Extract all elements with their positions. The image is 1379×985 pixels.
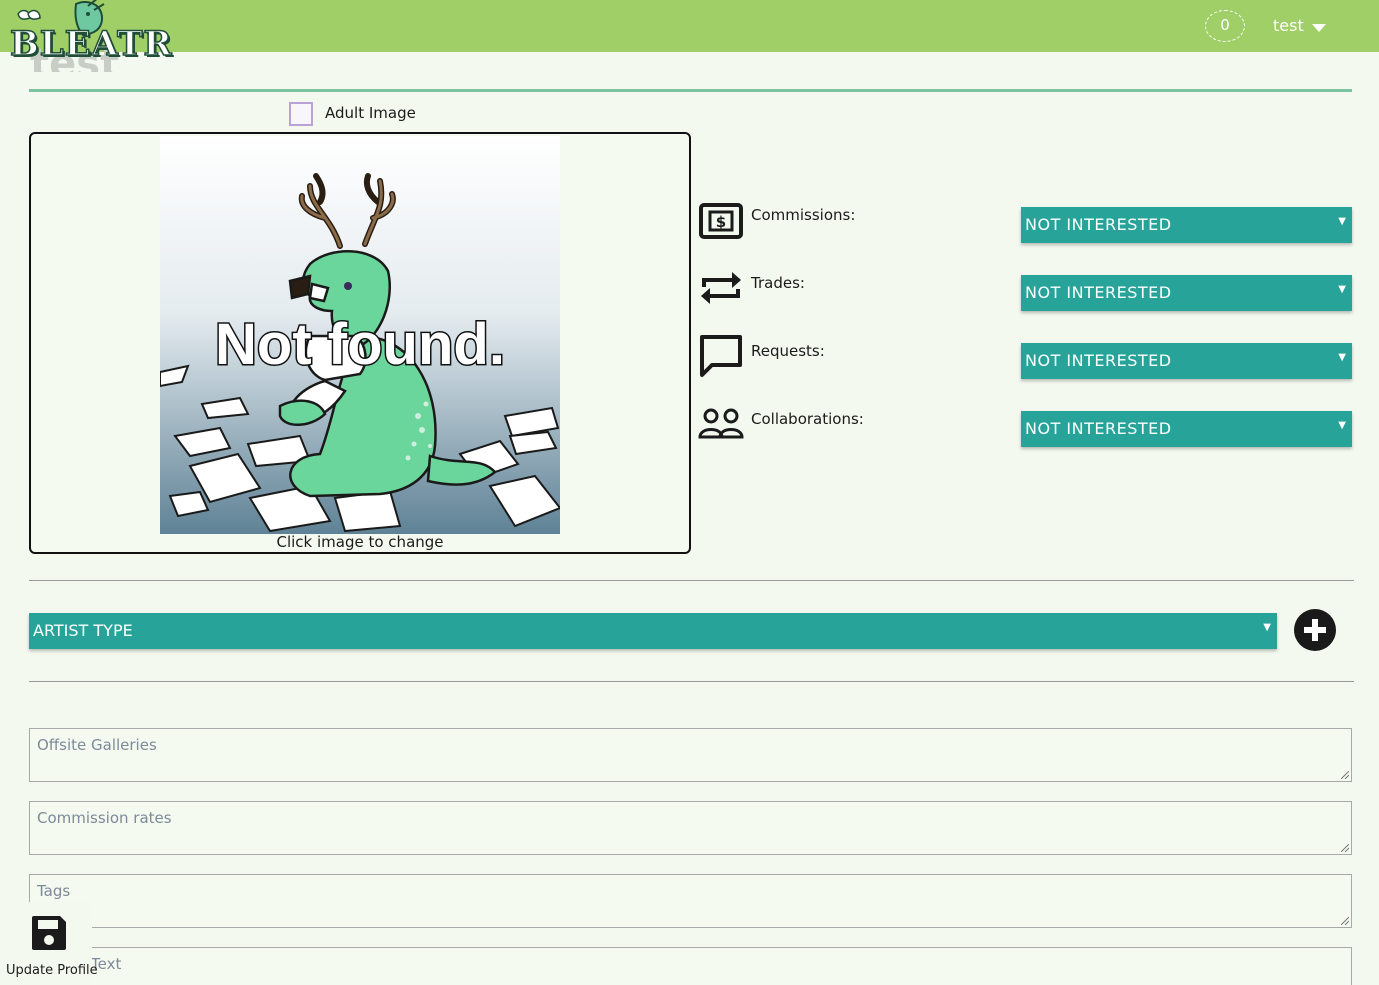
collaborations-value: NOT INTERESTED xyxy=(1025,419,1172,438)
commission-rates-field[interactable]: Commission rates xyxy=(29,801,1352,855)
artist-type-value: ARTIST TYPE xyxy=(33,621,133,640)
commissions-value: NOT INTERESTED xyxy=(1025,215,1172,234)
chevron-down-icon[interactable] xyxy=(1312,24,1326,32)
update-profile-label: Update Profile xyxy=(6,963,98,978)
add-artist-type-button[interactable] xyxy=(1294,609,1336,651)
tags-placeholder: Tags xyxy=(37,882,71,900)
logo-text: BLEATR xyxy=(9,23,173,65)
user-menu-name[interactable]: test xyxy=(1273,16,1304,35)
change-image-caption: Click image to change xyxy=(276,533,444,551)
title-divider xyxy=(29,89,1352,92)
trades-label: Trades: xyxy=(751,274,805,292)
offsite-galleries-placeholder: Offsite Galleries xyxy=(37,736,157,754)
resize-grip-icon[interactable] xyxy=(1341,917,1349,925)
svg-text:$: $ xyxy=(716,213,726,231)
not-found-text: Not found. xyxy=(215,312,505,377)
adult-image-label: Adult Image xyxy=(325,104,416,122)
tags-field[interactable]: Tags xyxy=(29,874,1352,928)
collaborations-label: Collaborations: xyxy=(751,410,864,428)
speech-bubble-icon xyxy=(700,335,742,377)
collaborations-select[interactable]: NOT INTERESTED ▼ xyxy=(1021,411,1352,447)
trades-value: NOT INTERESTED xyxy=(1025,283,1172,302)
dropdown-arrow-icon: ▼ xyxy=(1338,216,1346,227)
section-divider xyxy=(29,580,1354,581)
commission-rates-placeholder: Commission rates xyxy=(37,809,172,827)
section-divider xyxy=(29,681,1354,682)
requests-label: Requests: xyxy=(751,342,825,360)
offsite-galleries-field[interactable]: Offsite Galleries xyxy=(29,728,1352,782)
people-icon xyxy=(698,408,744,439)
artist-type-select[interactable]: ARTIST TYPE ▼ xyxy=(29,613,1277,649)
floppy-disk-icon xyxy=(32,916,66,950)
repeat-arrows-icon xyxy=(701,272,741,304)
plus-icon xyxy=(1304,619,1326,641)
trades-select[interactable]: NOT INTERESTED ▼ xyxy=(1021,275,1352,311)
bleatr-logo[interactable]: BLEATR xyxy=(4,0,172,66)
requests-value: NOT INTERESTED xyxy=(1025,351,1172,370)
notification-badge[interactable]: 0 xyxy=(1205,10,1245,42)
resize-grip-icon[interactable] xyxy=(1341,771,1349,779)
commissions-select[interactable]: NOT INTERESTED ▼ xyxy=(1021,207,1352,243)
text-field[interactable]: Text xyxy=(29,947,1352,985)
update-profile-button[interactable]: Update Profile xyxy=(0,902,98,985)
top-bar xyxy=(0,0,1379,52)
commissions-label: Commissions: xyxy=(751,206,856,224)
profile-image[interactable]: Not found. xyxy=(160,136,560,534)
adult-image-checkbox[interactable] xyxy=(289,102,313,126)
not-found-deer-illustration: Not found. xyxy=(160,136,560,534)
dropdown-arrow-icon: ▼ xyxy=(1338,420,1346,431)
dropdown-arrow-icon: ▼ xyxy=(1263,622,1271,633)
dollar-card-icon: $ xyxy=(699,203,743,239)
resize-grip-icon[interactable] xyxy=(1341,844,1349,852)
requests-select[interactable]: NOT INTERESTED ▼ xyxy=(1021,343,1352,379)
dropdown-arrow-icon: ▼ xyxy=(1338,352,1346,363)
dropdown-arrow-icon: ▼ xyxy=(1338,284,1346,295)
